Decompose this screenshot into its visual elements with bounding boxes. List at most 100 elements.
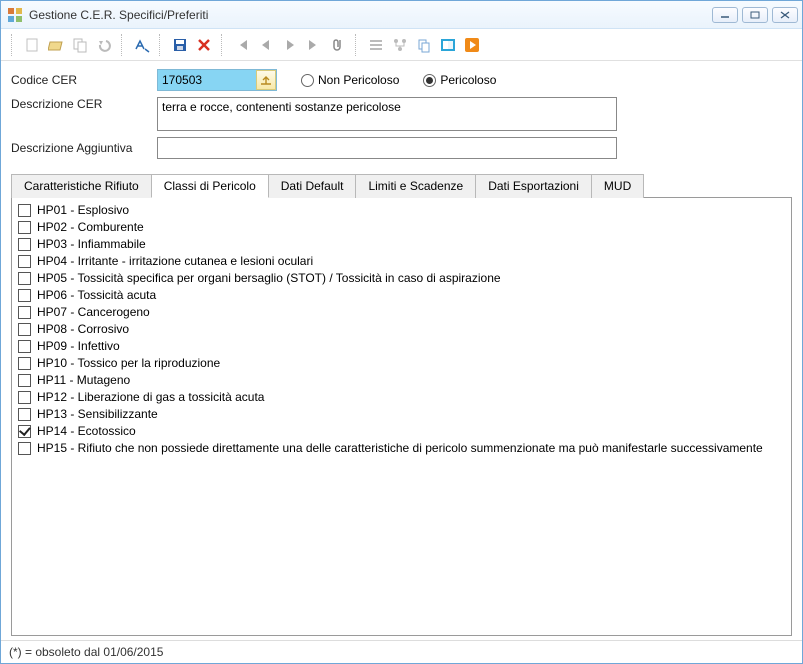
hazard-item[interactable]: HP11 - Mutageno	[18, 372, 785, 389]
maximize-button[interactable]	[742, 7, 768, 23]
delete-button[interactable]	[193, 34, 215, 56]
content-area: Codice CER Non Pericoloso Pericoloso De	[1, 61, 802, 640]
hazard-label: HP14 - Ecotossico	[37, 423, 136, 440]
prev-record-button[interactable]	[255, 34, 277, 56]
toolbar	[1, 29, 802, 61]
tab-limiti-e-scadenze[interactable]: Limiti e Scadenze	[355, 174, 476, 198]
last-record-button[interactable]	[303, 34, 325, 56]
hazard-label: HP10 - Tossico per la riproduzione	[37, 355, 220, 372]
radio-icon	[301, 74, 314, 87]
radio-pericoloso[interactable]: Pericoloso	[423, 73, 496, 87]
hazard-item[interactable]: HP03 - Infiammabile	[18, 236, 785, 253]
checkbox-icon	[18, 408, 31, 421]
hazard-label: HP15 - Rifiuto che non possiede direttam…	[37, 440, 763, 457]
hazard-item[interactable]: HP06 - Tossicità acuta	[18, 287, 785, 304]
tab-panel-classi-pericolo: HP01 - EsplosivoHP02 - ComburenteHP03 - …	[11, 197, 792, 636]
hazard-item[interactable]: HP05 - Tossicità specifica per organi be…	[18, 270, 785, 287]
toolbar-grip-icon	[11, 34, 15, 56]
codice-field-wrap	[157, 69, 277, 91]
hazard-label: HP12 - Liberazione di gas a tossicità ac…	[37, 389, 264, 406]
find-button[interactable]	[131, 34, 153, 56]
checkbox-icon	[18, 255, 31, 268]
hazard-item[interactable]: HP10 - Tossico per la riproduzione	[18, 355, 785, 372]
hazard-label: HP02 - Comburente	[37, 219, 144, 236]
duplicate-button[interactable]	[413, 34, 435, 56]
tab-dati-default[interactable]: Dati Default	[268, 174, 357, 198]
checkbox-icon	[18, 442, 31, 455]
hazard-item[interactable]: HP01 - Esplosivo	[18, 202, 785, 219]
descrizione-label: Descrizione CER	[11, 97, 151, 111]
checkbox-icon	[18, 238, 31, 251]
next-record-button[interactable]	[279, 34, 301, 56]
tab-dati-esportazioni[interactable]: Dati Esportazioni	[475, 174, 592, 198]
app-window: Gestione C.E.R. Specifici/Preferiti	[0, 0, 803, 664]
hazard-item[interactable]: HP09 - Infettivo	[18, 338, 785, 355]
tab-bar: Caratteristiche RifiutoClassi di Pericol…	[11, 173, 792, 197]
checkbox-icon	[18, 357, 31, 370]
folder-up-icon	[260, 74, 272, 86]
checkbox-icon	[18, 289, 31, 302]
hazard-label: HP06 - Tossicità acuta	[37, 287, 156, 304]
list-button[interactable]	[365, 34, 387, 56]
first-record-button[interactable]	[231, 34, 253, 56]
hazard-item[interactable]: HP14 - Ecotossico	[18, 423, 785, 440]
hazard-label: HP05 - Tossicità specifica per organi be…	[37, 270, 501, 287]
checkbox-icon	[18, 306, 31, 319]
new-button[interactable]	[21, 34, 43, 56]
checkbox-icon	[18, 272, 31, 285]
checkbox-icon	[18, 221, 31, 234]
tab-caratteristiche-rifiuto[interactable]: Caratteristiche Rifiuto	[11, 174, 152, 198]
codice-lookup-button[interactable]	[256, 70, 276, 90]
checkbox-icon	[18, 340, 31, 353]
toolbar-sep-icon	[159, 34, 163, 56]
undo-button[interactable]	[93, 34, 115, 56]
checkbox-icon	[18, 425, 31, 438]
hazard-label: HP09 - Infettivo	[37, 338, 120, 355]
hazard-label: HP04 - Irritante - irritazione cutanea e…	[37, 253, 313, 270]
hazard-item[interactable]: HP13 - Sensibilizzante	[18, 406, 785, 423]
titlebar: Gestione C.E.R. Specifici/Preferiti	[1, 1, 802, 29]
radio-label: Non Pericoloso	[318, 73, 399, 87]
footer-note: (*) = obsoleto dal 01/06/2015	[1, 640, 802, 663]
radio-icon	[423, 74, 436, 87]
minimize-button[interactable]	[712, 7, 738, 23]
open-button[interactable]	[45, 34, 67, 56]
row-descrizione: Descrizione CER	[11, 97, 792, 131]
hazard-label: HP07 - Cancerogeno	[37, 304, 150, 321]
row-codice: Codice CER Non Pericoloso Pericoloso	[11, 69, 792, 91]
hazard-label: HP13 - Sensibilizzante	[37, 406, 158, 423]
descrizione2-input[interactable]	[157, 137, 617, 159]
row-descrizione-aggiuntiva: Descrizione Aggiuntiva	[11, 137, 792, 159]
help-button[interactable]	[437, 34, 459, 56]
attach-button[interactable]	[327, 34, 349, 56]
save-button[interactable]	[169, 34, 191, 56]
hazard-item[interactable]: HP15 - Rifiuto che non possiede direttam…	[18, 440, 785, 457]
tab-mud[interactable]: MUD	[591, 174, 644, 198]
copy-button[interactable]	[69, 34, 91, 56]
pericoloso-radio-group: Non Pericoloso Pericoloso	[301, 73, 496, 87]
checkbox-icon	[18, 204, 31, 217]
play-button[interactable]	[461, 34, 483, 56]
codice-label: Codice CER	[11, 73, 151, 87]
hazard-label: HP08 - Corrosivo	[37, 321, 129, 338]
app-icon	[7, 7, 23, 23]
hazard-item[interactable]: HP07 - Cancerogeno	[18, 304, 785, 321]
toolbar-sep-icon	[221, 34, 225, 56]
descrizione-input[interactable]	[157, 97, 617, 131]
radio-non-pericoloso[interactable]: Non Pericoloso	[301, 73, 399, 87]
tree-button[interactable]	[389, 34, 411, 56]
hazard-label: HP03 - Infiammabile	[37, 236, 146, 253]
window-title: Gestione C.E.R. Specifici/Preferiti	[29, 8, 706, 22]
toolbar-sep-icon	[121, 34, 125, 56]
hazard-item[interactable]: HP08 - Corrosivo	[18, 321, 785, 338]
hazard-item[interactable]: HP12 - Liberazione di gas a tossicità ac…	[18, 389, 785, 406]
close-button[interactable]	[772, 7, 798, 23]
hazard-item[interactable]: HP02 - Comburente	[18, 219, 785, 236]
checkbox-icon	[18, 391, 31, 404]
hazard-label: HP11 - Mutageno	[37, 372, 130, 389]
hazard-item[interactable]: HP04 - Irritante - irritazione cutanea e…	[18, 253, 785, 270]
tab-classi-di-pericolo[interactable]: Classi di Pericolo	[151, 174, 269, 198]
descrizione2-label: Descrizione Aggiuntiva	[11, 141, 151, 155]
hazard-label: HP01 - Esplosivo	[37, 202, 129, 219]
checkbox-icon	[18, 323, 31, 336]
